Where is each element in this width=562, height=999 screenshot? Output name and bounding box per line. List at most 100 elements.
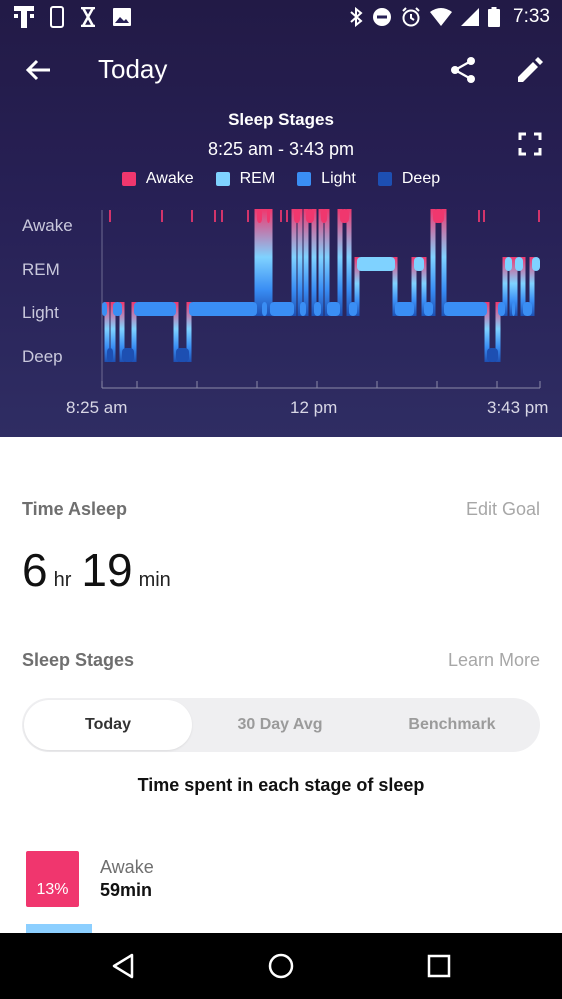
page-title: Today bbox=[98, 54, 168, 84]
stages-segmented-control: Today 30 Day Avg Benchmark bbox=[22, 698, 540, 752]
stage-segment-awake bbox=[267, 209, 270, 223]
wifi-icon bbox=[430, 8, 453, 26]
minutes-value: 19 bbox=[81, 544, 133, 596]
stage-segment-light bbox=[523, 302, 532, 316]
brief-wake-mark bbox=[483, 210, 485, 222]
stage-segment-awake bbox=[294, 209, 300, 223]
time-asleep-title: Time Asleep bbox=[22, 499, 128, 519]
stage-transition bbox=[297, 209, 303, 316]
minutes-unit: min bbox=[138, 569, 171, 591]
signal-icon bbox=[461, 8, 480, 26]
stage-transition bbox=[324, 209, 330, 316]
stage-segment-rem bbox=[515, 257, 523, 271]
stage-transition bbox=[311, 209, 317, 316]
alarm-icon bbox=[402, 7, 420, 27]
stage-segment-awake bbox=[340, 209, 349, 223]
share-icon[interactable] bbox=[448, 55, 478, 85]
stage-segment-awake bbox=[321, 209, 327, 223]
stage-segment-awake bbox=[257, 209, 262, 223]
stage-segment-light bbox=[262, 302, 267, 316]
legend-awake: Awake bbox=[121, 170, 194, 188]
hours-value: 6 bbox=[22, 544, 48, 596]
legend-label: Awake bbox=[145, 170, 194, 187]
stage-transition bbox=[318, 209, 324, 316]
brief-wake-mark bbox=[286, 210, 288, 222]
stage-segment-light bbox=[395, 302, 414, 316]
x-label-end: 3:43 pm bbox=[487, 398, 549, 417]
stage-segment-rem bbox=[414, 257, 424, 271]
hourglass-icon bbox=[81, 7, 95, 27]
awake-percent: 13% bbox=[36, 881, 69, 898]
back-triangle-icon[interactable] bbox=[108, 951, 138, 981]
stage-transition bbox=[291, 209, 297, 316]
brief-wake-mark bbox=[214, 210, 216, 222]
stage-segment-rem bbox=[505, 257, 512, 271]
stage-segment-light bbox=[349, 302, 357, 316]
stage-segment-awake bbox=[433, 209, 444, 223]
legend-label: Deep bbox=[401, 170, 441, 187]
edit-pencil-icon[interactable] bbox=[514, 55, 544, 85]
recents-square-icon[interactable] bbox=[424, 951, 454, 981]
tab-today[interactable]: Today bbox=[24, 700, 192, 750]
stage-segment-deep bbox=[122, 348, 134, 362]
stage-transition bbox=[441, 209, 447, 316]
stage-segment-rem bbox=[357, 257, 395, 271]
battery-icon bbox=[488, 7, 501, 27]
stage-segment-light bbox=[444, 302, 487, 316]
fullscreen-icon[interactable] bbox=[516, 130, 544, 158]
stage-segment-light bbox=[300, 302, 306, 316]
sleep-header: 7:33 Today Sleep Stages 8:25 am - 3:43 p… bbox=[0, 0, 562, 437]
stage-segment-awake bbox=[306, 209, 314, 223]
status-bar: 7:33 bbox=[0, 0, 562, 36]
brief-wake-mark bbox=[161, 210, 163, 222]
legend-deep: Deep bbox=[377, 170, 441, 188]
brief-wake-mark bbox=[247, 210, 249, 222]
legend-light: Light bbox=[297, 170, 356, 188]
stage-name: Awake bbox=[100, 857, 154, 877]
stages-subtitle: Time spent in each stage of sleep bbox=[137, 775, 425, 795]
stage-segment-deep bbox=[107, 348, 113, 362]
stage-transition bbox=[259, 209, 265, 316]
app-bar: Today bbox=[0, 40, 562, 100]
stage-duration: 59min bbox=[100, 880, 153, 900]
bluetooth-icon bbox=[350, 7, 363, 27]
stage-segment-light bbox=[113, 302, 122, 316]
stage-segment-light bbox=[189, 302, 257, 316]
stage-row-awake[interactable]: 13% Awake 59min bbox=[26, 851, 546, 907]
learn-more-link[interactable]: Learn More bbox=[448, 650, 540, 671]
brief-wake-mark bbox=[109, 210, 111, 222]
stage-segment-light bbox=[314, 302, 321, 316]
home-circle-icon[interactable] bbox=[266, 951, 296, 981]
image-icon bbox=[113, 8, 131, 26]
android-nav-bar bbox=[0, 933, 562, 999]
phone-icon bbox=[50, 6, 64, 28]
stage-segment-deep bbox=[487, 348, 498, 362]
awake-percent-badge: 13% bbox=[26, 851, 79, 907]
t-mobile-icon bbox=[14, 6, 34, 28]
x-label-noon: 12 pm bbox=[290, 398, 338, 417]
hypnogram-chart[interactable] bbox=[0, 195, 562, 395]
legend-label: Light bbox=[321, 170, 356, 187]
legend-rem: REM bbox=[215, 170, 276, 188]
back-arrow-icon[interactable] bbox=[22, 54, 54, 86]
stage-segment-light bbox=[102, 302, 107, 316]
status-time: 7:33 bbox=[513, 6, 550, 27]
do-not-disturb-icon bbox=[373, 8, 392, 26]
stage-transition bbox=[337, 209, 343, 316]
hours-unit: hr bbox=[53, 569, 72, 591]
brief-wake-mark bbox=[280, 210, 282, 222]
stage-segment-light bbox=[270, 302, 294, 316]
tab-benchmark[interactable]: Benchmark bbox=[366, 698, 538, 752]
stage-segment-deep bbox=[176, 348, 189, 362]
edit-goal-link[interactable]: Edit Goal bbox=[466, 499, 540, 520]
tab-30-day-avg[interactable]: 30 Day Avg bbox=[194, 698, 366, 752]
brief-wake-mark bbox=[538, 210, 540, 222]
x-label-start: 8:25 am bbox=[66, 398, 128, 417]
stage-segment-light bbox=[512, 302, 515, 316]
time-asleep-value: 6 hr 19 min bbox=[22, 543, 181, 597]
stage-transition bbox=[303, 209, 309, 316]
stage-segment-light bbox=[134, 302, 176, 316]
legend-label: REM bbox=[239, 170, 276, 187]
brief-wake-mark bbox=[221, 210, 223, 222]
stage-segment-rem bbox=[532, 257, 540, 271]
